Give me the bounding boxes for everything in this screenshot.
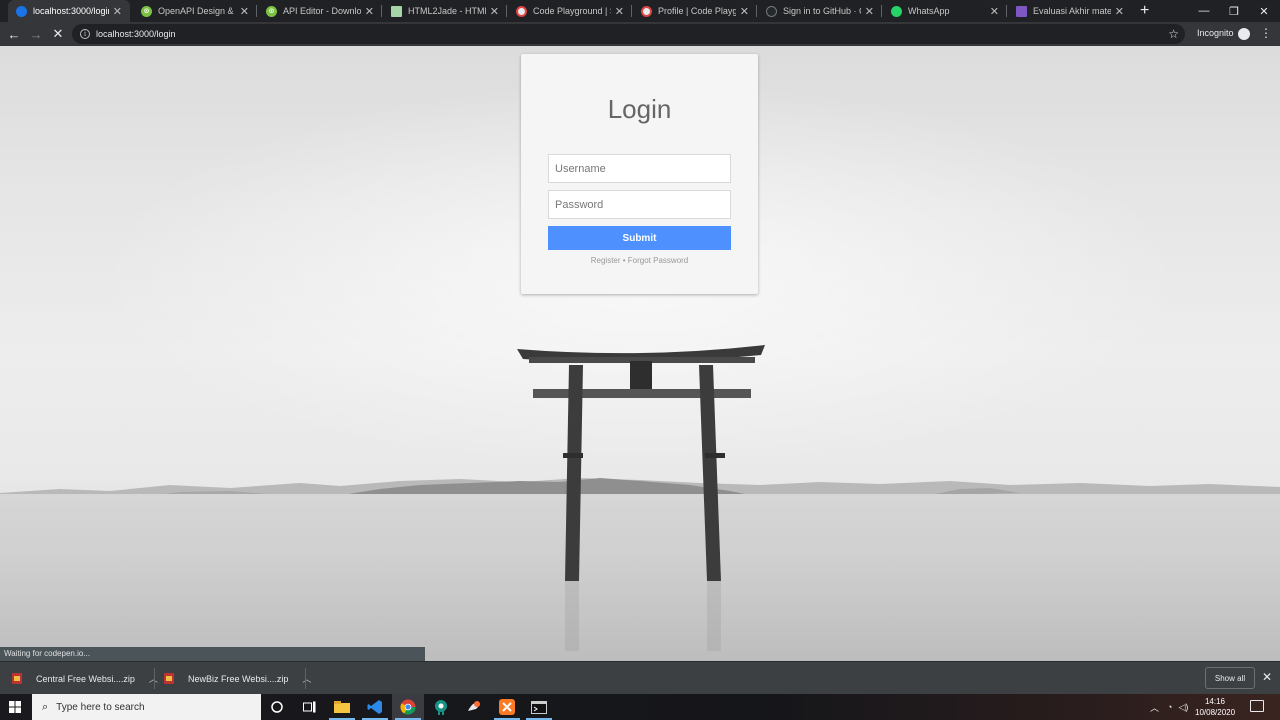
tab-whatsapp[interactable]: WhatsApp ✕ <box>883 0 1007 22</box>
link-separator: • <box>620 256 628 265</box>
swagger-icon: ⊙ <box>141 5 152 17</box>
tab-title: Profile | Code Playgrou <box>658 6 736 16</box>
incognito-label: Incognito <box>1197 28 1234 38</box>
taskbar-search-box[interactable]: ⌕ Type here to search <box>32 694 261 720</box>
close-tab-icon[interactable]: ✕ <box>490 5 499 18</box>
download-item[interactable]: NewBiz Free Websi....zip ︿ <box>164 665 311 692</box>
forms-icon <box>1016 5 1027 17</box>
tab-strip: localhost:3000/login ✕ ⊙ OpenAPI Design … <box>0 0 1280 22</box>
search-icon: ⌕ <box>42 700 49 713</box>
close-downloads-icon[interactable]: ✕ <box>1262 670 1272 684</box>
torii-gate-image <box>517 345 765 651</box>
status-bubble: Waiting for codepen.io... <box>0 647 425 661</box>
menu-dots-icon[interactable]: ⋮ <box>1260 26 1272 40</box>
tab-title: Code Playground | Soli <box>533 6 611 16</box>
restore-icon[interactable]: ❐ <box>1218 0 1250 22</box>
show-all-button[interactable]: Show all <box>1205 667 1255 689</box>
windows-start-icon[interactable] <box>0 694 30 720</box>
sololearn-icon <box>516 5 527 17</box>
whatsapp-icon <box>891 5 902 17</box>
minimize-icon[interactable]: — <box>1188 0 1220 22</box>
tab-title: WhatsApp <box>908 6 950 16</box>
incognito-icon[interactable] <box>1238 28 1250 40</box>
tab-github[interactable]: Sign in to GitHub · Git ✕ <box>758 0 882 22</box>
volume-icon[interactable]: ◁) <box>1178 702 1188 713</box>
system-tray: ︿ ◔ ◁) <box>1150 694 1188 720</box>
site-info-icon[interactable]: i <box>80 29 90 39</box>
task-view-icon[interactable] <box>293 694 325 720</box>
cortana-icon[interactable] <box>261 694 293 720</box>
tab-title: Evaluasi Akhir materi E <box>1033 6 1111 16</box>
back-arrow-icon[interactable]: ← <box>4 24 24 44</box>
download-item[interactable]: Central Free Websi....zip ︿ <box>12 665 158 692</box>
html2jade-icon <box>391 5 402 17</box>
chevron-up-icon[interactable]: ︿ <box>302 672 311 685</box>
tab-title: API Editor - Download <box>283 6 361 16</box>
close-tab-icon[interactable]: ✕ <box>113 5 122 18</box>
download-filename: Central Free Websi....zip <box>36 673 135 684</box>
address-bar[interactable]: i localhost:3000/login ☆ <box>72 24 1185 44</box>
page-viewport: Login Submit Register • Forgot Password <box>0 46 1280 661</box>
tab-code-playground[interactable]: Code Playground | Soli ✕ <box>508 0 632 22</box>
file-explorer-icon[interactable] <box>326 694 358 720</box>
url-text[interactable]: localhost:3000/login <box>96 29 1168 39</box>
terminal-icon[interactable] <box>523 694 555 720</box>
swagger-icon: ⊙ <box>266 5 277 17</box>
wifi-icon[interactable]: ◔ <box>1167 702 1172 712</box>
downloads-bar: Central Free Websi....zip ︿ NewBiz Free … <box>0 661 1280 694</box>
forward-arrow-icon[interactable]: → <box>26 24 46 44</box>
chevron-up-icon[interactable]: ︿ <box>1150 701 1159 714</box>
close-tab-icon[interactable]: ✕ <box>240 5 249 18</box>
tab-title: localhost:3000/login <box>33 6 109 16</box>
close-tab-icon[interactable]: ✕ <box>865 5 874 18</box>
close-tab-icon[interactable]: ✕ <box>365 5 374 18</box>
tab-title: Sign in to GitHub · Git <box>783 6 861 16</box>
new-tab-button[interactable]: + <box>1140 2 1149 20</box>
submit-button[interactable]: Submit <box>548 226 731 250</box>
close-tab-icon[interactable]: ✕ <box>990 5 999 18</box>
zip-file-icon <box>12 673 22 684</box>
tab-api-editor[interactable]: ⊙ API Editor - Download ✕ <box>258 0 382 22</box>
forgot-password-link[interactable]: Forgot Password <box>628 256 688 265</box>
taskbar-search-placeholder: Type here to search <box>56 701 145 713</box>
zip-file-icon <box>164 673 174 684</box>
login-links: Register • Forgot Password <box>521 256 758 265</box>
notification-center-icon[interactable] <box>1250 700 1264 712</box>
tab-title: OpenAPI Design & Do <box>158 6 236 16</box>
username-input[interactable] <box>548 154 731 183</box>
sololearn-icon <box>641 5 652 17</box>
chrome-icon[interactable] <box>392 694 424 720</box>
download-filename: NewBiz Free Websi....zip <box>188 673 289 684</box>
tab-openapi[interactable]: ⊙ OpenAPI Design & Do ✕ <box>133 0 257 22</box>
close-tab-icon[interactable]: ✕ <box>615 5 624 18</box>
tab-profile[interactable]: Profile | Code Playgrou ✕ <box>633 0 757 22</box>
bookmark-star-icon[interactable]: ☆ <box>1168 27 1179 41</box>
close-tab-icon[interactable]: ✕ <box>1115 5 1124 18</box>
tab-localhost-login[interactable]: localhost:3000/login ✕ <box>8 0 130 22</box>
taskbar-clock[interactable]: 14:16 10/08/2020 <box>1195 696 1235 718</box>
register-link[interactable]: Register <box>591 256 621 265</box>
login-title: Login <box>607 94 672 124</box>
loading-icon <box>16 5 27 17</box>
github-icon <box>766 5 777 17</box>
password-input[interactable] <box>548 190 731 219</box>
tab-html2jade[interactable]: HTML2Jade - HTML to ✕ <box>383 0 507 22</box>
vscode-icon[interactable] <box>359 694 391 720</box>
tab-evaluasi[interactable]: Evaluasi Akhir materi E ✕ <box>1008 0 1132 22</box>
clock-date: 10/08/2020 <box>1195 708 1236 717</box>
tab-title: HTML2Jade - HTML to <box>408 6 486 16</box>
stop-loading-icon[interactable]: ✕ <box>48 24 68 44</box>
postman-icon[interactable] <box>458 694 490 720</box>
login-card: Login Submit Register • Forgot Password <box>521 54 758 294</box>
browser-toolbar: ← → ✕ i localhost:3000/login ☆ Incognito… <box>0 22 1280 46</box>
windows-taskbar: ⌕ Type here to search ︿ ◔ ◁) 14:16 10/08… <box>0 694 1280 720</box>
close-window-icon[interactable]: ✕ <box>1248 0 1280 22</box>
clock-time: 14:16 <box>1204 697 1226 706</box>
xampp-icon[interactable] <box>491 694 523 720</box>
close-tab-icon[interactable]: ✕ <box>740 5 749 18</box>
gitkraken-icon[interactable] <box>425 694 457 720</box>
